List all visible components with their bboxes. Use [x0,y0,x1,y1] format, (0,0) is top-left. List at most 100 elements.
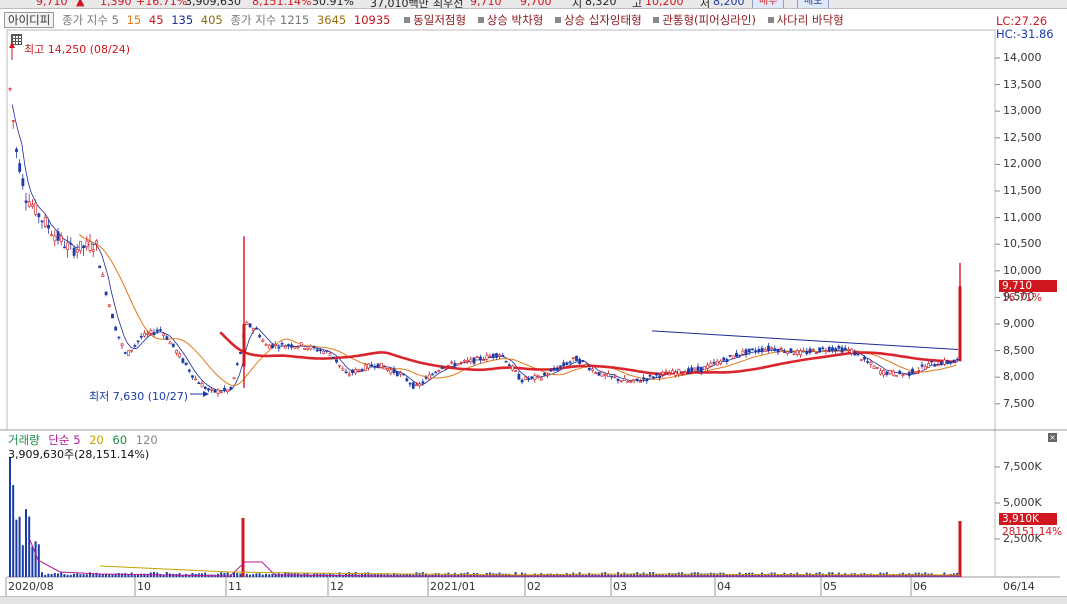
volume-info: 3,909,630주(28,151.14%) [8,448,150,461]
candle-body [661,372,665,375]
candle-body [101,274,105,277]
time-axis-label: 05 [823,580,837,593]
volume-ma-120[interactable]: 120 [136,433,158,447]
candle-body [536,374,540,377]
candle-body [427,374,431,380]
time-axis-label: 02 [527,580,541,593]
candle-body [424,377,428,379]
candle-body [936,364,940,367]
candle-body [213,389,217,393]
spike-candle-body [242,324,246,367]
volume-axis-label: 7,500K [1003,460,1042,473]
candle-body [98,265,102,269]
time-axis-label: 06 [913,580,927,593]
candle-body [11,120,15,122]
candle-body [255,327,258,330]
candle-body [651,376,655,379]
candle-body [85,240,89,248]
price-axis-label: 12,000 [1003,157,1042,171]
candle-body [306,347,310,350]
close-panel-icon[interactable]: × [1048,433,1057,442]
volume-ma-20[interactable]: 20 [89,433,104,447]
time-axis-label: 06/14 [1003,580,1035,593]
candle-body [338,364,342,367]
volume-bar [12,485,15,577]
volume-bar [261,574,264,577]
candle-body [575,355,578,362]
price-axis-label: 10,000 [1003,263,1042,277]
candle-body [533,375,537,380]
volume-title[interactable]: 거래량 [8,433,40,447]
volume-bar [15,519,18,577]
candle-body [418,383,422,386]
candle-body [386,368,390,371]
trend-line [651,330,959,351]
candle-body [360,369,364,372]
candle-body [853,351,857,356]
candle-body [559,365,562,367]
moving-averages [11,104,959,392]
candle-body [267,345,271,349]
candle-body [706,364,710,369]
candle-body [95,240,98,245]
candle-body [136,340,140,343]
candle-body [162,333,166,336]
candle-body [344,371,348,374]
candle-body [443,367,447,370]
candle-body [299,342,303,346]
candle-body [354,369,358,374]
candle-body [885,371,889,375]
candle-body [815,352,818,355]
volume-bar [57,573,59,577]
candle-body [335,359,338,363]
candle-body [459,361,463,364]
candle-body [869,361,873,365]
volume-bar [348,572,351,577]
volume-bar [255,573,258,577]
volume-spike-bar [958,521,962,577]
candle-body [642,377,646,380]
candle-body [712,361,716,364]
candle-body [200,383,204,388]
candle-body [181,358,185,363]
candle-body [751,348,754,351]
candle-body [415,384,418,386]
candle-body [722,357,726,361]
candle-body [248,323,252,328]
lc-value: LC:27.26 [996,14,1048,28]
candle-body [18,163,22,172]
candle-body [191,375,194,378]
volume-bar [82,574,85,577]
candle-body [168,341,172,345]
candle-body [274,343,278,346]
candle-body [904,373,908,375]
candle-body [495,353,498,358]
candle-body [511,365,514,371]
candle-body [392,368,396,374]
candle-body [357,368,361,372]
candle-body [402,373,406,376]
candle-body [376,363,380,368]
candle-body [421,381,425,384]
candle-body [767,345,770,351]
candle-body [827,346,831,352]
volume-ma-line [29,539,960,577]
candle-body [139,335,143,338]
volume-ma-label[interactable]: 단순 5 [48,433,80,447]
candle-body [69,243,73,245]
low-annotation: 최저 7,630 (10/27) [89,390,189,403]
volume-bar [31,546,34,577]
volume-ma-60[interactable]: 60 [113,433,128,447]
volume-axis-label: 5,000K [1003,496,1042,509]
candle-body [933,365,937,367]
candle-body [907,371,911,376]
candle-body [543,372,546,376]
candle-body [50,234,54,237]
price-chart[interactable] [0,0,1067,603]
candle-body [671,370,674,374]
candle-body [792,353,796,356]
candle-body [955,358,959,361]
time-axis-label: 03 [613,580,627,593]
candle-body [664,371,668,373]
volume-bar [21,545,24,577]
